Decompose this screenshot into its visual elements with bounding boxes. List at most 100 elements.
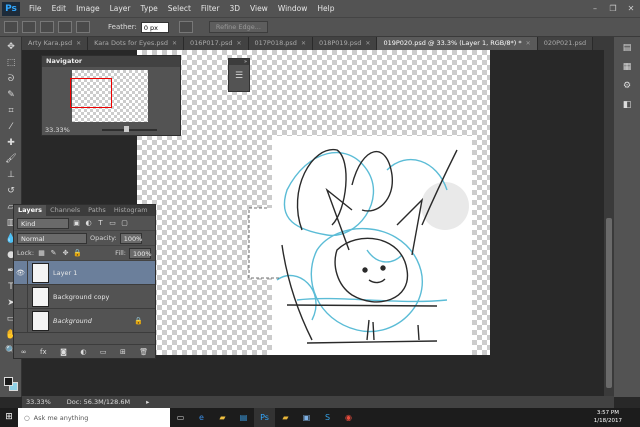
menu-help[interactable]: Help xyxy=(312,0,339,17)
lock-transparent-icon[interactable]: ▦ xyxy=(37,249,46,258)
new-selection-icon[interactable] xyxy=(22,21,36,33)
menu-3d[interactable]: 3D xyxy=(224,0,245,17)
fill-input[interactable]: 100% xyxy=(129,247,152,259)
new-adjustment-icon[interactable]: ◐ xyxy=(80,348,86,356)
visibility-toggle[interactable] xyxy=(14,308,28,333)
opacity-input[interactable]: 100% xyxy=(119,232,142,244)
menu-file[interactable]: File xyxy=(24,0,47,17)
foreground-color-swatch[interactable] xyxy=(4,377,13,386)
properties-icon[interactable]: ☰ xyxy=(229,71,249,81)
visibility-eye-icon[interactable]: 👁 xyxy=(14,260,28,285)
pixel-filter-icon[interactable]: ▣ xyxy=(72,219,81,228)
close-icon[interactable]: ✕ xyxy=(622,0,640,17)
anti-alias-icon[interactable] xyxy=(178,21,193,33)
scroll-thumb[interactable] xyxy=(606,218,612,388)
history-panel-icon[interactable]: ▤ xyxy=(620,43,634,56)
brush-tool-icon[interactable]: 🖌 xyxy=(4,152,18,165)
eyedropper-tool-icon[interactable]: ⁄ xyxy=(4,120,18,133)
type-filter-icon[interactable]: T xyxy=(96,219,105,228)
swatches-panel-icon[interactable]: ▦ xyxy=(620,62,634,75)
stamp-tool-icon[interactable]: ⊥ xyxy=(4,168,18,181)
lock-position-icon[interactable]: ✥ xyxy=(61,249,70,258)
feather-input[interactable]: 0 px xyxy=(140,21,169,33)
task-view-icon[interactable]: ▭ xyxy=(170,408,191,427)
file-explorer-icon[interactable]: ▰ xyxy=(212,408,233,427)
status-zoom[interactable]: 33.33% xyxy=(26,398,51,406)
blend-mode-select[interactable]: Normal xyxy=(17,232,87,244)
new-layer-icon[interactable]: ⊞ xyxy=(120,348,126,356)
kind-filter-select[interactable]: Kind xyxy=(17,217,69,229)
menu-layer[interactable]: Layer xyxy=(105,0,136,17)
lasso-tool-preset-icon[interactable] xyxy=(4,21,18,33)
close-icon[interactable]: ✕ xyxy=(76,37,81,50)
adjustments-panel-icon[interactable]: ◧ xyxy=(620,100,634,113)
tab-016p017[interactable]: 016P017.psd ✕ xyxy=(184,37,249,50)
lasso-tool-icon[interactable]: ᘐ xyxy=(4,72,18,85)
crop-tool-icon[interactable]: ⌗ xyxy=(4,104,18,117)
quick-select-tool-icon[interactable]: ✎ xyxy=(4,88,18,101)
add-mask-icon[interactable]: ◙ xyxy=(60,348,67,356)
close-icon[interactable]: ✕ xyxy=(365,37,370,50)
close-icon[interactable]: ✕ xyxy=(172,37,177,50)
intersect-selection-icon[interactable] xyxy=(76,21,90,33)
add-selection-icon[interactable] xyxy=(40,21,54,33)
edge-browser-icon[interactable]: e xyxy=(191,408,212,427)
menu-window[interactable]: Window xyxy=(273,0,313,17)
status-arrow-icon[interactable]: ▸ xyxy=(146,398,149,406)
taskbar-search-input[interactable]: ○ Ask me anything xyxy=(18,408,170,427)
tab-histogram[interactable]: Histogram xyxy=(110,205,152,216)
folder-icon[interactable]: ▰ xyxy=(275,408,296,427)
tab-paths[interactable]: Paths xyxy=(84,205,110,216)
collapsed-panel[interactable]: » ☰ xyxy=(228,58,250,92)
shape-filter-icon[interactable]: ▭ xyxy=(108,219,117,228)
vertical-scrollbar[interactable] xyxy=(604,50,614,396)
photoshop-taskbar-icon[interactable]: Ps xyxy=(254,408,275,427)
refine-edge-button[interactable]: Refine Edge... xyxy=(208,21,268,33)
tab-layers[interactable]: Layers xyxy=(14,205,47,216)
marquee-tool-icon[interactable]: ⬚ xyxy=(4,56,18,69)
visibility-toggle[interactable] xyxy=(14,284,28,309)
close-icon[interactable]: ✕ xyxy=(526,37,531,50)
lock-all-icon[interactable]: 🔒 xyxy=(73,249,82,258)
menu-image[interactable]: Image xyxy=(71,0,105,17)
menu-filter[interactable]: Filter xyxy=(196,0,225,17)
layer-row[interactable]: Background 🔒 xyxy=(14,308,155,333)
close-icon[interactable]: ✕ xyxy=(301,37,306,50)
chrome-icon[interactable]: ◉ xyxy=(338,408,359,427)
tab-020p021[interactable]: 020P021.psd xyxy=(537,37,594,50)
minimize-icon[interactable]: – xyxy=(586,0,604,17)
taskbar-clock[interactable]: 3:57 PM 1/18/2017 xyxy=(594,409,622,425)
tab-kara-dots[interactable]: Kara Dots for Eyes.psd ✕ xyxy=(88,37,185,50)
menu-view[interactable]: View xyxy=(245,0,273,17)
tab-channels[interactable]: Channels xyxy=(46,205,84,216)
move-tool-icon[interactable]: ✥ xyxy=(4,40,18,53)
layer-name[interactable]: Background xyxy=(53,317,92,325)
healing-tool-icon[interactable]: ✚ xyxy=(4,136,18,149)
store-icon[interactable]: ▤ xyxy=(233,408,254,427)
menu-type[interactable]: Type xyxy=(136,0,163,17)
collapse-icon[interactable]: » xyxy=(229,59,249,65)
subtract-selection-icon[interactable] xyxy=(58,21,72,33)
lock-image-icon[interactable]: ✎ xyxy=(49,249,58,258)
navigator-zoom-slider[interactable] xyxy=(102,129,157,131)
link-layers-icon[interactable]: ∞ xyxy=(21,348,27,356)
windows-start-icon[interactable]: ⊞ xyxy=(0,408,18,427)
menu-edit[interactable]: Edit xyxy=(47,0,72,17)
tab-017p018[interactable]: 017P018.psd ✕ xyxy=(248,37,313,50)
layer-row[interactable]: Background copy xyxy=(14,284,155,309)
navigator-view-box[interactable] xyxy=(70,78,112,108)
tab-019p020[interactable]: 019P020.psd @ 33.3% (Layer 1, RGB/8*) * ✕ xyxy=(377,37,538,50)
layer-style-icon[interactable]: fx xyxy=(40,348,47,356)
navigator-tab[interactable]: Navigator xyxy=(42,56,180,67)
delete-layer-icon[interactable]: 🗑 xyxy=(139,348,148,356)
adjustment-filter-icon[interactable]: ◐ xyxy=(84,219,93,228)
layer-name[interactable]: Layer 1 xyxy=(53,269,77,277)
menu-select[interactable]: Select xyxy=(163,0,196,17)
close-icon[interactable]: ✕ xyxy=(236,37,241,50)
new-group-icon[interactable]: ▭ xyxy=(100,348,107,356)
properties-panel-icon[interactable]: ⚙ xyxy=(620,81,634,94)
layer-row[interactable]: 👁 Layer 1 xyxy=(14,260,155,285)
navigator-slider-knob[interactable] xyxy=(124,126,129,132)
smart-object-filter-icon[interactable]: ▢ xyxy=(120,219,129,228)
history-brush-icon[interactable]: ↺ xyxy=(4,184,18,197)
